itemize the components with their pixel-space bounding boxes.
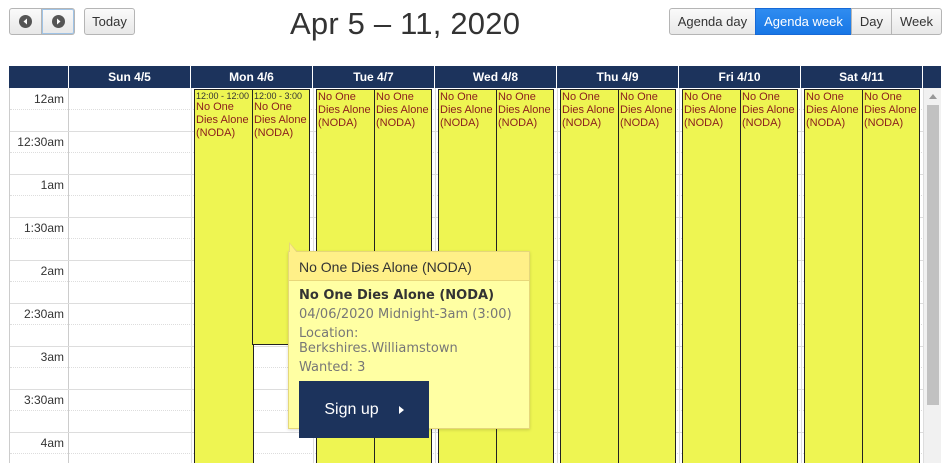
event-title: No One Dies Alone (NODA) xyxy=(440,91,493,129)
sign-up-label: Sign up xyxy=(324,400,379,418)
header-scroll-spacer xyxy=(923,66,941,88)
view-day-button[interactable]: Day xyxy=(850,8,892,35)
event-title: No One Dies Alone (NODA) xyxy=(254,101,307,139)
event-title: No One Dies Alone (NODA) xyxy=(196,101,249,139)
view-agenda-day-button[interactable]: Agenda day xyxy=(668,8,757,35)
popover-body: No One Dies Alone (NODA) 04/06/2020 Midn… xyxy=(289,281,529,445)
time-label: 1am xyxy=(40,178,64,192)
view-week-button[interactable]: Week xyxy=(891,8,942,35)
popover-wanted: Wanted: 3 xyxy=(299,360,366,375)
calendar-event[interactable]: No One Dies Alone (NODA) xyxy=(740,89,798,463)
time-label: 2am xyxy=(40,264,64,278)
caret-right-icon xyxy=(398,405,404,414)
event-title: No One Dies Alone (NODA) xyxy=(806,91,859,129)
calendar-event[interactable]: No One Dies Alone (NODA) xyxy=(862,89,920,463)
popover-arrow-inner xyxy=(290,244,297,253)
day-header-mon[interactable]: Mon 4/6 xyxy=(191,66,313,88)
event-title: No One Dies Alone (NODA) xyxy=(318,91,371,129)
event-title: No One Dies Alone (NODA) xyxy=(562,91,615,129)
day-header-tue[interactable]: Tue 4/7 xyxy=(313,66,435,88)
event-title: No One Dies Alone (NODA) xyxy=(864,91,917,129)
chevron-left-icon xyxy=(19,15,32,28)
event-title: No One Dies Alone (NODA) xyxy=(742,91,795,129)
calendar-event[interactable]: No One Dies Alone (NODA) xyxy=(618,89,676,463)
day-header-wed[interactable]: Wed 4/8 xyxy=(435,66,557,88)
day-header-sat[interactable]: Sat 4/11 xyxy=(801,66,923,88)
event-title: No One Dies Alone (NODA) xyxy=(498,91,551,129)
calendar-event[interactable]: No One Dies Alone (NODA) xyxy=(682,89,742,463)
popover-header: No One Dies Alone (NODA) xyxy=(289,252,529,281)
chevron-right-icon xyxy=(51,15,65,28)
event-title: No One Dies Alone (NODA) xyxy=(620,91,673,129)
time-label: 2:30am xyxy=(23,307,64,321)
day-divider xyxy=(191,88,192,463)
view-agenda-week-button[interactable]: Agenda week xyxy=(755,8,852,35)
time-label: 4am xyxy=(40,436,64,450)
scroll-thumb[interactable] xyxy=(927,105,939,405)
popover-title: No One Dies Alone (NODA) xyxy=(299,288,495,303)
next-button[interactable] xyxy=(42,8,75,35)
time-label: 3:30am xyxy=(23,393,64,407)
time-label: 12am xyxy=(33,92,64,106)
day-divider xyxy=(801,88,802,463)
time-label: 12:30am xyxy=(17,135,64,149)
today-button[interactable]: Today xyxy=(84,8,135,35)
event-popover: No One Dies Alone (NODA) No One Dies Alo… xyxy=(288,242,530,438)
scroll-up-arrow-icon[interactable] xyxy=(929,94,937,99)
day-divider xyxy=(557,88,558,463)
header-gutter xyxy=(9,66,69,88)
day-divider xyxy=(679,88,680,463)
day-header-thu[interactable]: Thu 4/9 xyxy=(557,66,679,88)
date-range-title: Apr 5 – 11, 2020 xyxy=(290,6,521,41)
time-label: 3am xyxy=(40,350,64,364)
view-switcher: Agenda day Agenda week Day Week xyxy=(668,8,942,35)
day-header-fri[interactable]: Fri 4/10 xyxy=(679,66,801,88)
calendar-event[interactable]: 12:00 - 12:00 No One Dies Alone (NODA) xyxy=(194,89,254,463)
event-time: 12:00 - 12:00 xyxy=(196,91,250,101)
calendar-event[interactable]: No One Dies Alone (NODA) xyxy=(560,89,620,463)
popover-location: Location: Berkshires.Williamstown xyxy=(299,326,458,356)
vertical-scrollbar[interactable] xyxy=(923,88,941,463)
time-label: 1:30am xyxy=(23,221,64,235)
sign-up-button[interactable]: Sign up xyxy=(299,381,429,438)
day-header-sun[interactable]: Sun 4/5 xyxy=(69,66,191,88)
prev-button[interactable] xyxy=(9,8,42,35)
event-title: No One Dies Alone (NODA) xyxy=(684,91,737,129)
calendar-event[interactable]: No One Dies Alone (NODA) xyxy=(804,89,864,463)
time-axis: 12am 12:30am 1am 1:30am 2am 2:30am 3am 3… xyxy=(10,88,69,463)
event-time: 12:00 - 3:00 xyxy=(254,91,303,101)
event-title: No One Dies Alone (NODA) xyxy=(376,91,429,129)
calendar-header: Sun 4/5 Mon 4/6 Tue 4/7 Wed 4/8 Thu 4/9 … xyxy=(9,66,941,88)
popover-date: 04/06/2020 Midnight-3am (3:00) xyxy=(299,307,512,322)
